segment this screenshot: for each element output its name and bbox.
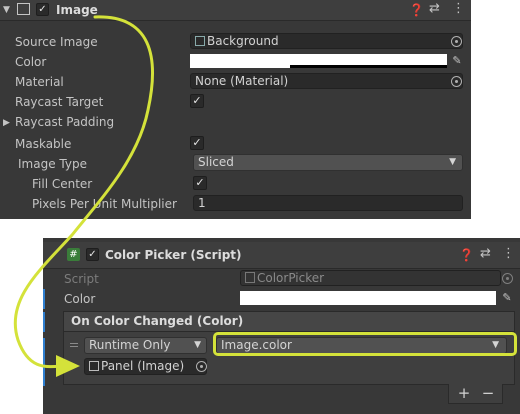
annotation-arrow [13,15,155,377]
arrow-curve [13,15,155,369]
arrow-head-icon [56,355,80,377]
